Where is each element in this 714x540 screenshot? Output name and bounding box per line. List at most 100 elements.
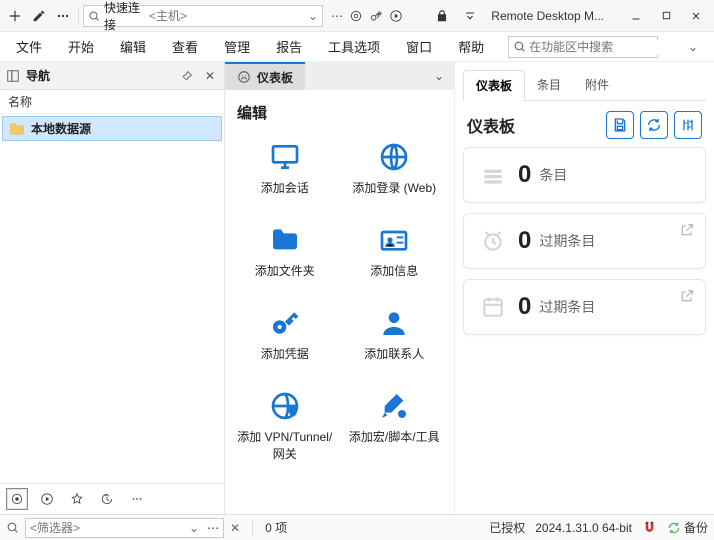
dropdown-caret[interactable] <box>459 5 481 27</box>
tree-node-local-datasource[interactable]: 本地数据源 <box>2 116 222 141</box>
nav-title: 导航 <box>26 67 172 84</box>
version-text: 2024.1.31.0 64-bit <box>535 521 632 535</box>
minimize-button[interactable] <box>622 4 650 28</box>
new-button[interactable] <box>4 5 26 27</box>
key-icon[interactable] <box>369 9 383 23</box>
app-title: Remote Desktop M... <box>487 9 608 23</box>
card-label: 过期条目 <box>539 297 595 317</box>
chevron-down-icon[interactable]: ⌄ <box>424 63 454 89</box>
shield-globe-icon <box>267 388 303 424</box>
maximize-button[interactable] <box>652 4 680 28</box>
add-macro-label: 添加宏/脚本/工具 <box>349 428 440 445</box>
host-input[interactable] <box>149 9 304 23</box>
items-count: 0 项 <box>265 519 287 536</box>
nav-play-button[interactable] <box>36 488 58 510</box>
tab-dashboard[interactable]: 仪表板 <box>463 70 525 101</box>
add-credential-button[interactable]: 添加凭据 <box>233 299 337 368</box>
backup-button[interactable]: 备份 <box>667 519 708 536</box>
folder-icon <box>9 122 25 136</box>
card-count: 0 <box>518 293 531 321</box>
add-contact-label: 添加联系人 <box>364 345 424 362</box>
tab-entries[interactable]: 条目 <box>525 70 573 100</box>
ellipsis-icon[interactable]: ⋯ <box>331 9 343 23</box>
card-entries[interactable]: 0 条目 <box>463 147 706 203</box>
separator <box>252 520 253 536</box>
card-count: 0 <box>518 161 531 189</box>
nav-more-button[interactable] <box>126 488 148 510</box>
menu-view[interactable]: 查看 <box>162 33 208 60</box>
menu-window[interactable]: 窗口 <box>396 33 442 60</box>
monitor-icon <box>267 139 303 175</box>
chevron-down-icon[interactable]: ⌄ <box>304 9 318 23</box>
clear-filter-icon[interactable]: ✕ <box>230 521 240 535</box>
filter-input[interactable] <box>30 521 185 535</box>
refresh-button[interactable] <box>640 111 668 139</box>
licensed-text: 已授权 <box>489 519 525 536</box>
add-login-web-button[interactable]: 添加登录 (Web) <box>343 133 447 202</box>
chevron-down-icon[interactable]: ⌄ <box>189 521 199 535</box>
sync-icon <box>667 521 681 535</box>
menu-start[interactable]: 开始 <box>58 33 104 60</box>
nav-panel-icon <box>6 69 20 83</box>
lock-icon[interactable] <box>431 5 453 27</box>
play-icon[interactable] <box>389 9 403 23</box>
magnet-icon[interactable] <box>642 520 657 535</box>
menu-report[interactable]: 报告 <box>266 33 312 60</box>
card-count: 0 <box>518 227 531 255</box>
quick-connect-field[interactable]: 快速连接 ⌄ <box>83 5 323 27</box>
save-button[interactable] <box>606 111 634 139</box>
key-icon <box>267 305 303 341</box>
id-card-icon <box>376 222 412 258</box>
add-session-button[interactable]: 添加会话 <box>233 133 337 202</box>
search-icon <box>6 521 19 534</box>
separator <box>78 7 79 25</box>
calendar-icon <box>478 292 508 322</box>
tree-node-label: 本地数据源 <box>31 120 91 137</box>
dashboard-icon <box>237 70 251 84</box>
add-folder-button[interactable]: 添加文件夹 <box>233 216 337 285</box>
add-contact-button[interactable]: 添加联系人 <box>343 299 447 368</box>
open-external-icon[interactable] <box>679 288 697 306</box>
add-vpn-label: 添加 VPN/Tunnel/网关 <box>235 428 335 462</box>
tab-dashboard-edit[interactable]: 仪表板 <box>225 62 305 90</box>
tab-attachments[interactable]: 附件 <box>573 70 621 100</box>
ribbon-search-input[interactable] <box>529 40 684 54</box>
ribbon-collapse-icon[interactable]: ⌄ <box>678 36 708 58</box>
close-button[interactable] <box>682 4 710 28</box>
dashboard-heading: 仪表板 <box>467 113 600 137</box>
open-external-icon[interactable] <box>679 222 697 240</box>
nav-history-button[interactable] <box>96 488 118 510</box>
pin-icon[interactable] <box>178 68 196 84</box>
menu-file[interactable]: 文件 <box>6 33 52 60</box>
add-folder-label: 添加文件夹 <box>255 262 315 279</box>
person-icon <box>376 305 412 341</box>
add-login-web-label: 添加登录 (Web) <box>352 179 436 196</box>
add-vpn-button[interactable]: 添加 VPN/Tunnel/网关 <box>233 382 337 468</box>
target-icon[interactable] <box>349 9 363 23</box>
card-expired-clock[interactable]: 0 过期条目 <box>463 213 706 269</box>
stack-icon <box>478 160 508 190</box>
quick-connect-label: 快速连接 <box>104 0 145 33</box>
add-info-label: 添加信息 <box>370 262 418 279</box>
filter-input-wrap[interactable]: ⌄ ⋯ <box>25 518 224 538</box>
card-expired-calendar[interactable]: 0 过期条目 <box>463 279 706 335</box>
menu-tool-options[interactable]: 工具选项 <box>318 33 390 60</box>
settings-button[interactable] <box>674 111 702 139</box>
card-label: 条目 <box>539 165 567 185</box>
close-nav-icon[interactable]: ✕ <box>202 67 218 85</box>
ellipsis-icon[interactable]: ⋯ <box>203 521 219 535</box>
ribbon-search[interactable] <box>508 36 658 58</box>
menu-help[interactable]: 帮助 <box>448 33 494 60</box>
nav-target-button[interactable] <box>6 488 28 510</box>
more-button[interactable] <box>52 5 74 27</box>
menu-edit[interactable]: 编辑 <box>110 33 156 60</box>
edit-button[interactable] <box>28 5 50 27</box>
add-macro-button[interactable]: 添加宏/脚本/工具 <box>343 382 447 468</box>
column-header-name[interactable]: 名称 <box>0 90 224 114</box>
edit-heading: 编辑 <box>229 98 450 133</box>
menu-manage[interactable]: 管理 <box>214 33 260 60</box>
nav-panel: 导航 ✕ 名称 本地数据源 <box>0 62 225 514</box>
add-info-button[interactable]: 添加信息 <box>343 216 447 285</box>
card-label: 过期条目 <box>539 231 595 251</box>
nav-star-button[interactable] <box>66 488 88 510</box>
